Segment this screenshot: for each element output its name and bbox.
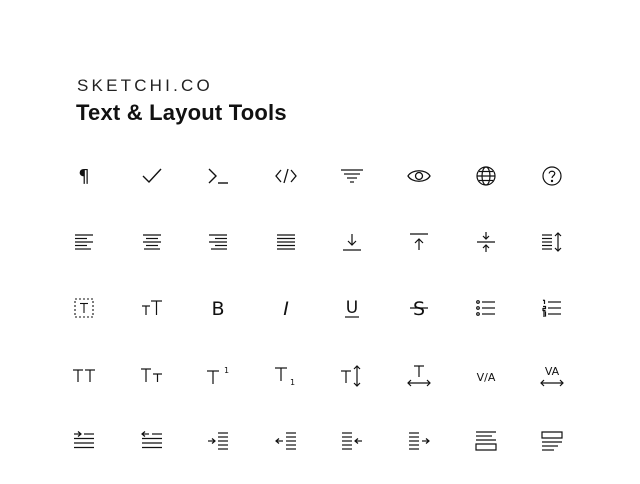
vertical-scale-icon[interactable] (338, 362, 366, 390)
underline-glyph: U (346, 298, 358, 318)
line-height-icon[interactable] (538, 228, 566, 256)
tracking-glyph: VA (545, 365, 560, 378)
indent-first-line-icon[interactable] (70, 427, 98, 455)
code-tags-icon[interactable] (272, 162, 300, 190)
text-box-icon[interactable] (70, 294, 98, 322)
kerning-icon[interactable]: V/A (472, 362, 500, 390)
align-left-icon[interactable] (70, 228, 98, 256)
eye-icon[interactable] (405, 162, 433, 190)
align-justify-icon[interactable] (272, 228, 300, 256)
space-before-icon[interactable] (538, 427, 566, 455)
tracking-icon[interactable]: VA (538, 362, 566, 390)
align-bottom-icon[interactable] (338, 228, 366, 256)
align-center-icon[interactable] (138, 228, 166, 256)
pilcrow-glyph: ¶ (78, 166, 89, 187)
vertical-center-icon[interactable] (472, 228, 500, 256)
indent-left-icon[interactable] (204, 427, 232, 455)
subscript-icon[interactable]: 1 (272, 362, 300, 390)
small-caps-icon[interactable] (138, 362, 166, 390)
strikethrough-icon[interactable]: S (405, 294, 433, 322)
checkmark-icon[interactable] (138, 162, 166, 190)
bold-icon[interactable]: B (204, 294, 232, 322)
help-circle-icon[interactable] (538, 162, 566, 190)
horizontal-scale-icon[interactable] (405, 362, 433, 390)
outdent-left-icon[interactable] (272, 427, 300, 455)
align-top-icon[interactable] (405, 228, 433, 256)
subscript-glyph: 1 (290, 378, 295, 387)
strike-glyph: S (413, 298, 425, 320)
pilcrow-icon[interactable]: ¶ (70, 162, 98, 190)
superscript-glyph: 1 (224, 366, 229, 375)
bold-glyph: B (211, 298, 224, 320)
space-after-icon[interactable] (472, 427, 500, 455)
italic-icon[interactable]: I (272, 294, 300, 322)
numbered-list-icon[interactable] (538, 294, 566, 322)
outdent-right-icon[interactable] (405, 427, 433, 455)
align-right-icon[interactable] (204, 228, 232, 256)
outdent-first-line-icon[interactable] (138, 427, 166, 455)
terminal-prompt-icon[interactable] (204, 162, 232, 190)
all-caps-icon[interactable] (70, 362, 98, 390)
italic-glyph: I (283, 298, 289, 320)
superscript-icon[interactable]: 1 (204, 362, 232, 390)
icon-grid: ¶ B I U S 1 1 V/A VA (0, 0, 640, 484)
globe-icon[interactable] (472, 162, 500, 190)
text-size-icon[interactable] (138, 294, 166, 322)
underline-icon[interactable]: U (338, 294, 366, 322)
bulleted-list-icon[interactable] (472, 294, 500, 322)
kerning-glyph: V/A (477, 371, 496, 384)
indent-right-icon[interactable] (338, 427, 366, 455)
filter-lines-icon[interactable] (338, 162, 366, 190)
